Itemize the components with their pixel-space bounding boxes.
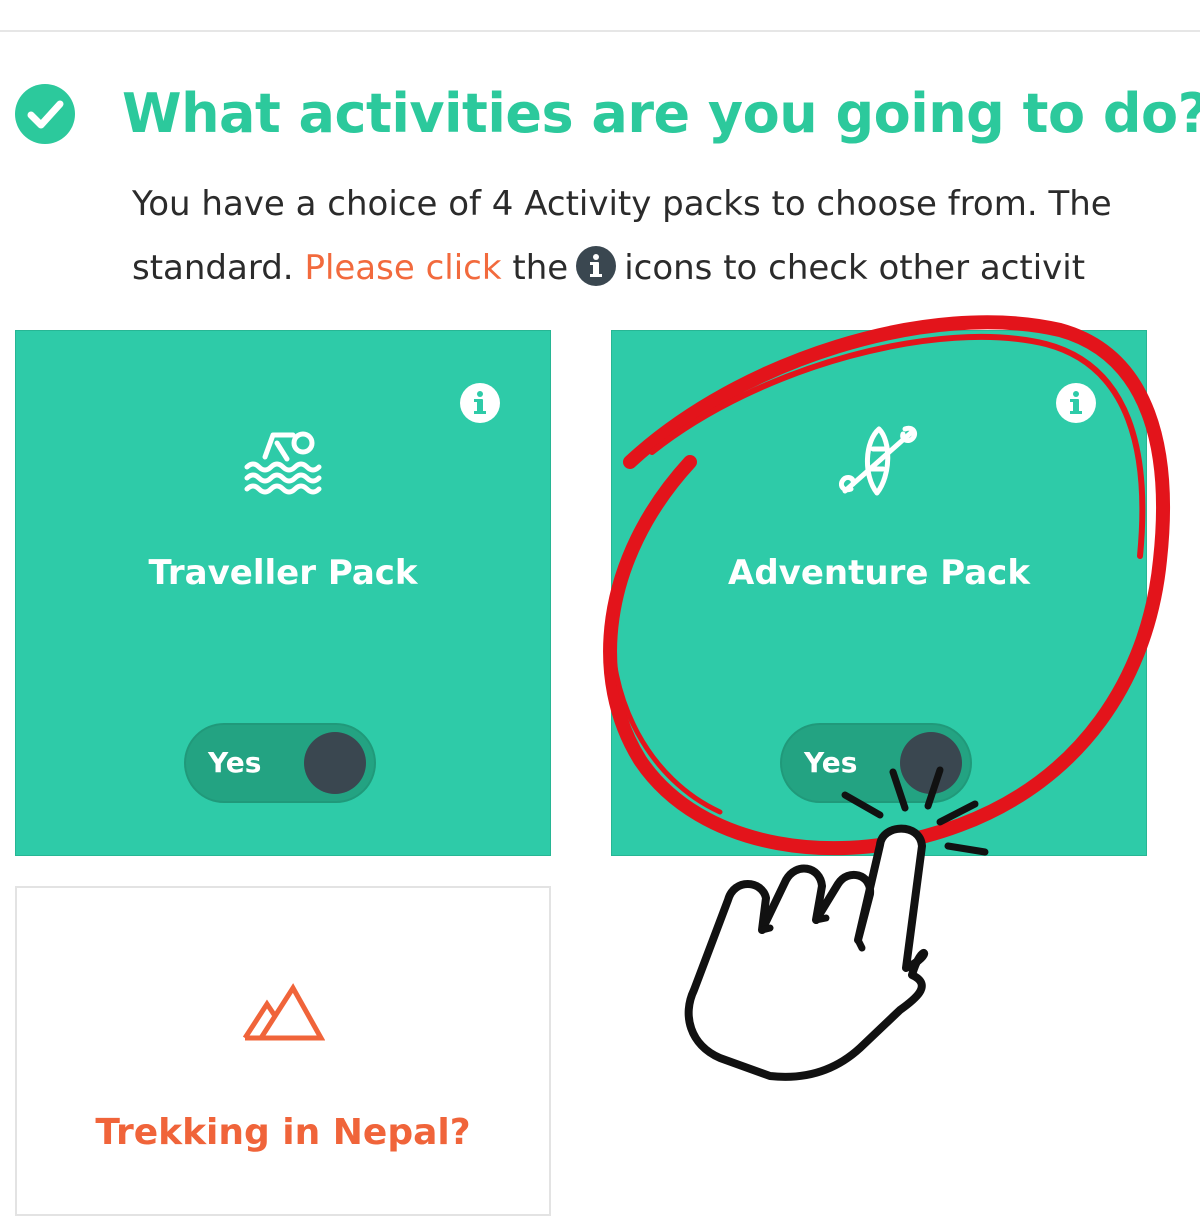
toggle-label: Yes	[208, 746, 262, 779]
section-intro: You have a choice of 4 Activity packs to…	[132, 172, 1200, 300]
intro-line-2-mid: the	[512, 248, 569, 288]
intro-line-2-prefix: standard.	[132, 248, 294, 288]
hand-outline	[684, 824, 928, 1081]
info-icon[interactable]	[460, 383, 500, 423]
traveller-pack-card[interactable]: Traveller Pack Yes	[15, 330, 551, 856]
adventure-pack-card[interactable]: Adventure Pack Yes	[611, 330, 1147, 856]
kayak-paddle-icon	[839, 425, 918, 496]
pack-title: Adventure Pack	[728, 553, 1030, 593]
adventure-pack-toggle[interactable]: Yes	[780, 723, 972, 803]
info-icon	[576, 246, 617, 286]
swimmer-icon	[244, 431, 322, 495]
pack-title: Traveller Pack	[148, 553, 418, 593]
toggle-label: Yes	[804, 746, 858, 779]
info-icon[interactable]	[1056, 383, 1096, 423]
top-divider	[0, 30, 1200, 32]
intro-line-1: You have a choice of 4 Activity packs to…	[132, 184, 1112, 224]
toggle-knob[interactable]	[900, 732, 962, 794]
intro-line-2-suffix: icons to check other activit	[624, 248, 1086, 288]
pack-title: Trekking in Nepal?	[95, 1112, 471, 1153]
traveller-pack-toggle[interactable]: Yes	[184, 723, 376, 803]
trekking-in-nepal-card[interactable]: Trekking in Nepal?	[15, 886, 551, 1216]
mountain-icon	[242, 983, 325, 1041]
check-circle-icon	[15, 84, 75, 144]
please-click-highlight: Please click	[304, 248, 502, 288]
toggle-knob[interactable]	[304, 732, 366, 794]
section-title: What activities are you going to do?	[122, 82, 1200, 145]
